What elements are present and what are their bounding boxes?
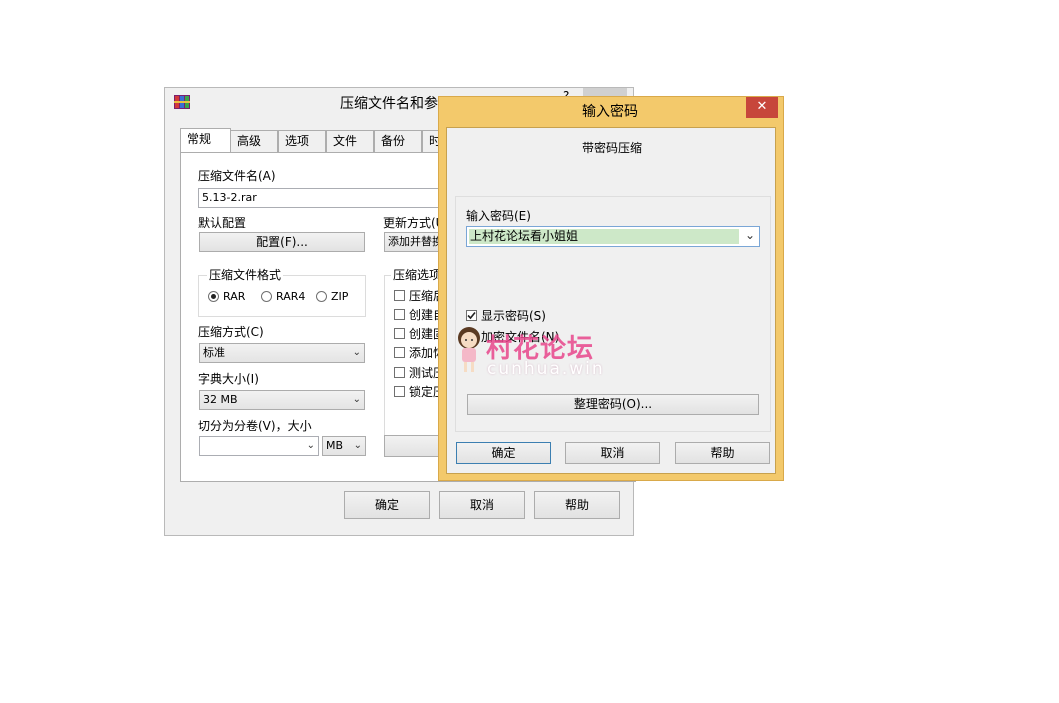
password-input[interactable]: 上村花论坛看小姐姐 ⌄ <box>466 226 760 247</box>
window-title: 压缩文件名和参 <box>340 96 438 112</box>
option-checkbox[interactable] <box>394 309 405 320</box>
selected-value: MB <box>326 439 344 452</box>
tab-files[interactable]: 文件 <box>326 130 374 152</box>
winrar-icon <box>174 95 190 109</box>
help-button[interactable]: 帮助 <box>675 442 770 464</box>
option-checkbox[interactable] <box>394 367 405 378</box>
compression-method-select[interactable]: 标准 ⌄ <box>199 343 365 363</box>
chevron-down-icon: ⌄ <box>306 440 315 451</box>
tab-advanced[interactable]: 高级 <box>230 130 278 152</box>
archive-options-label: 压缩选项 <box>391 268 444 282</box>
password-group: 输入密码(E) 上村花论坛看小姐姐 ⌄ 显示密码(S) 加密文件名(N) 整理密… <box>455 196 771 432</box>
chevron-down-icon: ⌄ <box>352 347 361 358</box>
dictionary-size-select[interactable]: 32 MB ⌄ <box>199 390 365 410</box>
dialog-title: 输入密码 <box>582 104 638 120</box>
show-password-checkbox[interactable] <box>466 310 477 321</box>
chevron-down-icon: ⌄ <box>353 440 362 451</box>
tab-options[interactable]: 选项 <box>278 130 326 152</box>
option-checkbox[interactable] <box>394 290 405 301</box>
ok-button[interactable]: 确定 <box>456 442 551 464</box>
girl-mascot-icon <box>454 326 484 374</box>
cancel-button[interactable]: 取消 <box>565 442 660 464</box>
help-button[interactable]: 帮助 <box>534 491 620 519</box>
format-rar4-label[interactable]: RAR4 <box>276 290 305 304</box>
split-size-input[interactable]: ⌄ <box>199 436 319 456</box>
default-profile-label: 默认配置 <box>198 216 247 230</box>
format-rar-label[interactable]: RAR <box>223 290 245 304</box>
option-checkbox[interactable] <box>394 328 405 339</box>
compression-method-label: 压缩方式(C) <box>198 325 264 339</box>
split-volumes-label: 切分为分卷(V)，大小 <box>198 419 312 433</box>
dialog-client-area: 带密码压缩 输入密码(E) 上村花论坛看小姐姐 ⌄ 显示密码(S) 加密文件名(… <box>446 127 776 474</box>
option-checkbox[interactable] <box>394 347 405 358</box>
ok-button[interactable]: 确定 <box>344 491 430 519</box>
tab-label: 选项 <box>285 134 310 148</box>
tab-backup[interactable]: 备份 <box>374 130 422 152</box>
format-rar-radio[interactable] <box>208 291 219 302</box>
dialog-heading: 带密码压缩 <box>582 141 643 155</box>
tab-label: 文件 <box>333 134 358 148</box>
close-button[interactable]: ✕ <box>746 97 778 118</box>
password-value: 上村花论坛看小姐姐 <box>470 229 579 243</box>
tab-label: 常规 <box>187 132 212 146</box>
tab-label: 备份 <box>381 134 406 148</box>
organize-passwords-button[interactable]: 整理密码(O)... <box>467 394 759 415</box>
tab-label: 高级 <box>237 134 262 148</box>
format-zip-radio[interactable] <box>316 291 327 302</box>
enter-password-dialog: 输入密码 ✕ 带密码压缩 输入密码(E) 上村花论坛看小姐姐 ⌄ 显示密码(S)… <box>438 96 784 481</box>
archive-name-label: 压缩文件名(A) <box>198 169 276 183</box>
tab-general[interactable]: 常规 <box>180 128 231 153</box>
selected-value: 标准 <box>203 346 225 359</box>
option-checkbox[interactable] <box>394 386 405 397</box>
close-icon: ✕ <box>756 99 768 114</box>
format-rar4-radio[interactable] <box>261 291 272 302</box>
cancel-button[interactable]: 取消 <box>439 491 525 519</box>
watermark-url: cunhua.win <box>487 359 605 379</box>
archive-format-label: 压缩文件格式 <box>207 268 284 282</box>
dictionary-size-label: 字典大小(I) <box>198 372 259 386</box>
profiles-button[interactable]: 配置(F)... <box>199 232 365 252</box>
show-password-label[interactable]: 显示密码(S) <box>481 309 546 323</box>
selected-value: 32 MB <box>203 393 238 406</box>
update-mode-label: 更新方式(U <box>383 216 445 230</box>
chevron-down-icon: ⌄ <box>352 394 361 405</box>
split-unit-select[interactable]: MB ⌄ <box>322 436 366 456</box>
format-zip-label[interactable]: ZIP <box>331 290 348 304</box>
archive-name-input[interactable]: 5.13-2.rar <box>198 188 448 208</box>
chevron-down-icon: ⌄ <box>744 228 755 242</box>
password-label: 输入密码(E) <box>466 209 531 223</box>
